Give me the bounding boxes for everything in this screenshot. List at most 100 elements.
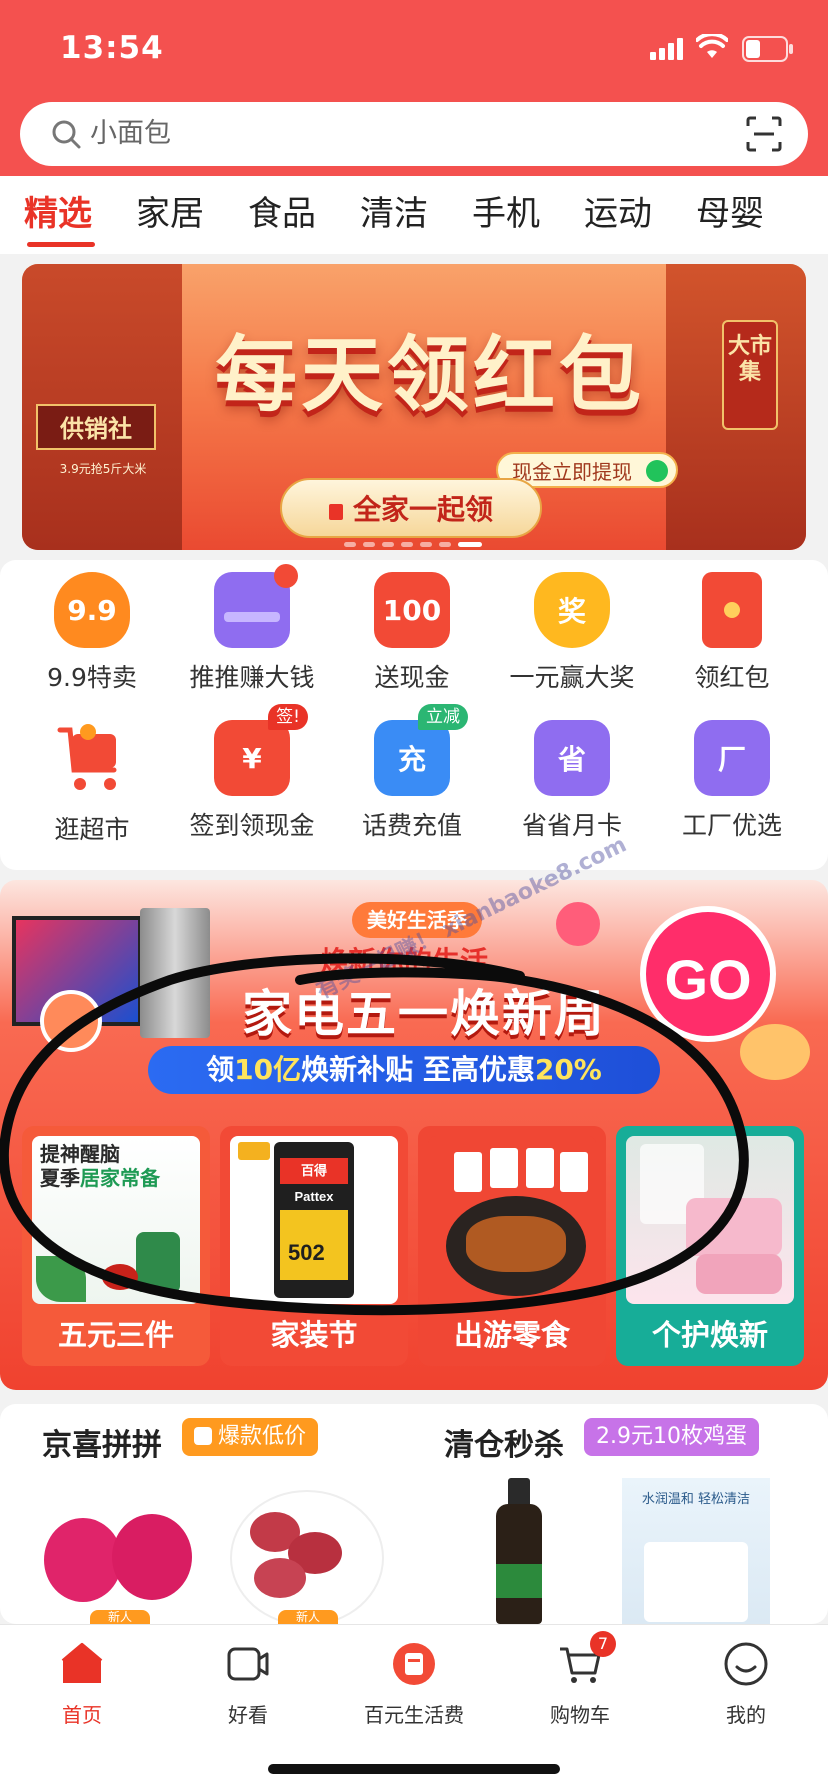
tab-label: 好看	[228, 1703, 268, 1727]
carousel-dot	[420, 542, 432, 547]
status-bar: 13:54	[0, 0, 828, 96]
product-image-glue: 百得 Pattex 502	[230, 1136, 398, 1304]
gold-ingot-icon: 奖	[534, 572, 610, 648]
recharge-badge: 立减	[418, 704, 468, 730]
promo-card-label: 五元三件	[57, 1318, 174, 1352]
promo-card-wuyuan[interactable]: 提神醒脑 夏季居家常备 五元三件	[22, 1126, 210, 1366]
tab-yundong[interactable]: 运动	[584, 192, 652, 236]
flash-sale-title[interactable]: 清仓秒杀	[444, 1420, 564, 1464]
phone-charge-icon: 充 立减	[374, 704, 468, 796]
carousel-dot	[439, 542, 451, 547]
flame-99-icon: 9.9	[54, 572, 130, 648]
jingxi-tag[interactable]: 爆款低价	[182, 1418, 319, 1456]
strip-highlight-1: 10亿	[234, 1053, 302, 1086]
signal-icon	[650, 38, 683, 60]
grid-item-checkin[interactable]: ¥ 签! 签到领现金	[172, 704, 332, 842]
home-icon	[61, 1643, 103, 1683]
feature-grid: 9.9 9.9特卖 推推赚大钱 100 送现金 奖 一元赢大奖 领红包 逛超市 …	[0, 560, 828, 870]
status-time: 13:54	[60, 30, 164, 66]
grid-item-factory[interactable]: 厂 工厂优选	[652, 720, 812, 842]
battery-icon	[742, 36, 793, 62]
grid-label: 签到领现金	[189, 811, 315, 840]
carousel-dot	[344, 542, 356, 547]
hero-banner[interactable]: 供销社 3.9元抢5斤大米 大市集 每天领红包 现金立即提现 全家一起领	[22, 264, 806, 550]
grid-item-monthcard[interactable]: 省 省省月卡	[492, 720, 652, 842]
grid-item-recharge[interactable]: 充 立减 话费充值	[332, 704, 492, 842]
tab-qingjie[interactable]: 清洁	[360, 192, 428, 236]
product-ham[interactable]: 新人	[228, 1478, 388, 1624]
search-icon	[52, 120, 81, 149]
tab-jiaju[interactable]: 家居	[136, 192, 204, 236]
cash-100-icon: 100	[374, 572, 450, 648]
tab-muying[interactable]: 母婴	[696, 192, 764, 236]
category-tabs: 精选 家居 食品 清洁 手机 运动 母婴	[0, 176, 828, 254]
wallet-icon	[214, 564, 298, 648]
tab-label: 首页	[62, 1703, 102, 1727]
calendar-yen-icon: ¥ 签!	[214, 704, 308, 796]
banner-button[interactable]: 全家一起领	[280, 478, 542, 538]
grid-label: 逛超市	[54, 815, 130, 844]
red-envelope-icon	[328, 504, 343, 520]
product-image-snacks	[428, 1136, 596, 1304]
tab-label: 购物车	[550, 1703, 610, 1727]
promo-card-snacks[interactable]: 出游零食	[418, 1126, 606, 1366]
tab-jingxuan[interactable]: 精选	[24, 192, 92, 236]
mascot-icon	[40, 990, 102, 1052]
strip-prefix: 领	[206, 1053, 235, 1086]
search-placeholder: 小面包	[90, 118, 171, 149]
promo-strip: 领10亿焕新补贴 至高优惠20%	[148, 1046, 660, 1094]
grid-item-supermarket[interactable]: 逛超市	[12, 720, 172, 846]
search-bar[interactable]: 小面包	[20, 102, 808, 166]
carousel-dot	[363, 542, 375, 547]
product-soy-sauce[interactable]	[450, 1478, 610, 1624]
carousel-dot-active	[458, 542, 482, 547]
banner-button-label: 全家一起领	[352, 493, 493, 526]
tab-home[interactable]: 首页	[12, 1641, 152, 1728]
flash-sale-tag[interactable]: 2.9元10枚鸡蛋	[584, 1418, 759, 1456]
glue-model: 502	[288, 1240, 325, 1265]
grid-item-99[interactable]: 9.9 9.9特卖	[12, 572, 172, 694]
promo-card-label: 家装节	[270, 1318, 358, 1352]
tab-label: 百元生活费	[364, 1703, 464, 1727]
grid-item-tuitui[interactable]: 推推赚大钱	[172, 564, 332, 694]
cash-tag-label: 现金立即提现	[512, 460, 632, 484]
jingxi-title[interactable]: 京喜拼拼	[42, 1420, 162, 1464]
go-button[interactable]: GO	[640, 906, 776, 1042]
video-icon	[227, 1647, 269, 1681]
grid-item-prize[interactable]: 奖 一元赢大奖	[492, 572, 652, 694]
profile-icon	[724, 1642, 768, 1686]
tab-shipin[interactable]: 食品	[248, 192, 316, 236]
tab-shouji[interactable]: 手机	[472, 192, 540, 236]
promo-card-jiazhuang[interactable]: 百得 Pattex 502 家装节	[220, 1126, 408, 1366]
banner-title: 每天领红包	[214, 328, 645, 423]
product-tissue[interactable]: 水润温和 轻松清洁	[622, 1478, 770, 1624]
promo-card-label: 出游零食	[453, 1318, 570, 1352]
checkin-badge: 签!	[268, 704, 308, 730]
save-card-icon: 省	[534, 720, 610, 796]
left-sign: 供销社	[36, 404, 156, 450]
check-icon	[646, 460, 668, 482]
grid-item-cash[interactable]: 100 送现金	[332, 572, 492, 694]
tab-cart[interactable]: 7 购物车	[510, 1631, 650, 1728]
shopping-cart-icon	[57, 724, 117, 790]
tab-haokan[interactable]: 好看	[178, 1641, 318, 1728]
tab-label: 我的	[726, 1703, 766, 1727]
deals-section: 京喜拼拼 爆款低价 清仓秒杀 2.9元10枚鸡蛋 新人 新人 水润温和 轻松清洁	[0, 1404, 828, 1624]
tissue-text: 水润温和 轻松清洁	[641, 1492, 751, 1507]
home-indicator	[268, 1764, 560, 1774]
cart-count-badge: 7	[590, 1631, 616, 1657]
grid-label: 送现金	[374, 663, 450, 692]
new-user-badge: 新人	[278, 1610, 338, 1624]
product-image-balm: 提神醒脑 夏季居家常备	[32, 1136, 200, 1304]
grid-item-hongbao[interactable]: 领红包	[652, 572, 812, 694]
tab-living-allowance[interactable]: 百元生活费	[344, 1641, 484, 1728]
sunglasses-mascot-icon	[740, 1024, 810, 1080]
carousel-dot	[401, 542, 413, 547]
promo-card-care[interactable]: 个护焕新	[616, 1126, 804, 1366]
scan-icon[interactable]	[746, 116, 782, 152]
right-sign: 大市集	[722, 320, 778, 430]
tab-mine[interactable]: 我的	[676, 1641, 816, 1728]
carousel-dots	[344, 532, 489, 547]
grid-label: 9.9特卖	[47, 663, 137, 692]
product-dragonfruit[interactable]: 新人	[40, 1478, 200, 1624]
